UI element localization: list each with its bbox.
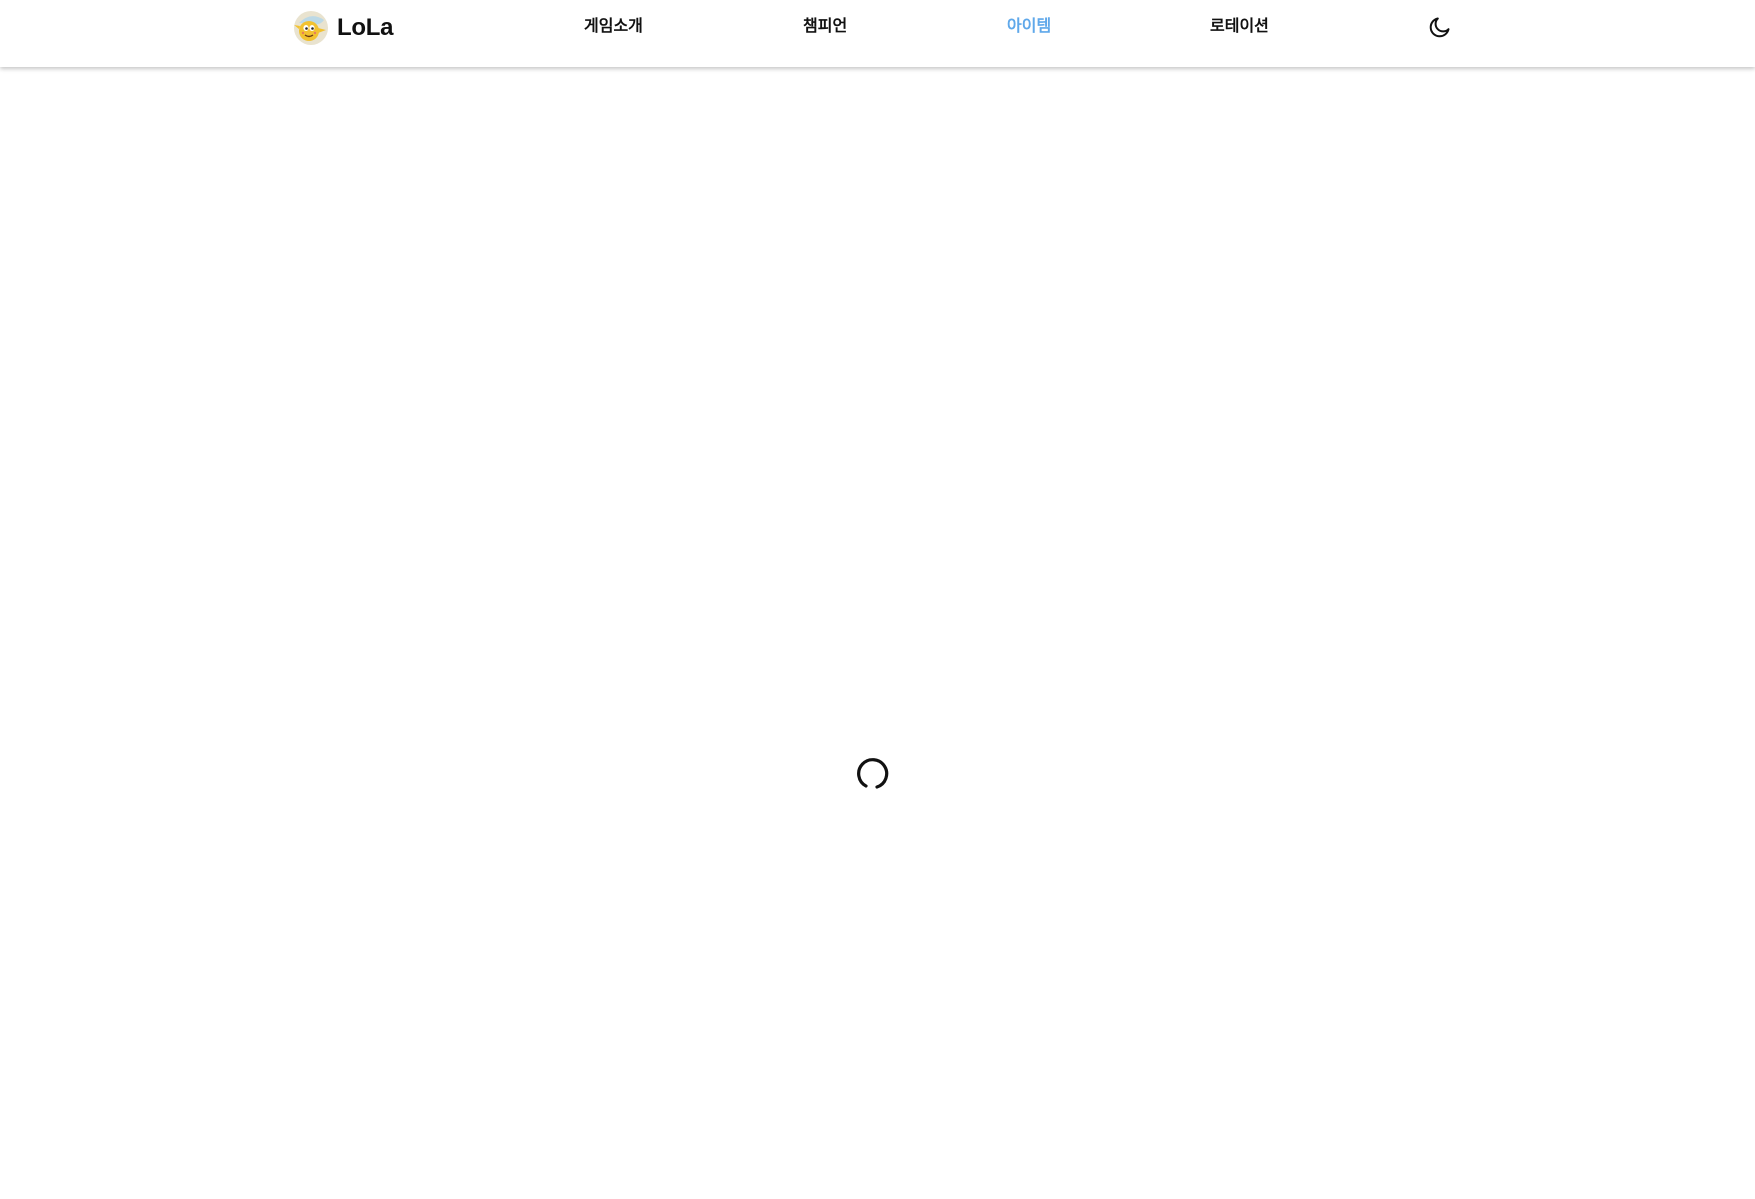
- brand-name: LoLa: [337, 14, 394, 41]
- brand-logo-link[interactable]: LoLa: [293, 10, 393, 46]
- top-navbar: LoLa 게임소개 챔피언 아이템 로테이션: [0, 0, 1755, 67]
- main-content: [0, 67, 1755, 1199]
- nav-item-game-intro[interactable]: 게임소개: [584, 17, 643, 37]
- nav-item-rotation[interactable]: 로테이션: [1210, 17, 1269, 37]
- nav-item-items[interactable]: 아이템: [1007, 17, 1051, 37]
- nav-item-champions[interactable]: 챔피언: [803, 17, 847, 37]
- lola-mascot-icon: [294, 11, 328, 45]
- moon-icon: [1429, 17, 1450, 38]
- loading-spinner-icon: [857, 758, 889, 789]
- theme-toggle-button[interactable]: [1427, 14, 1453, 40]
